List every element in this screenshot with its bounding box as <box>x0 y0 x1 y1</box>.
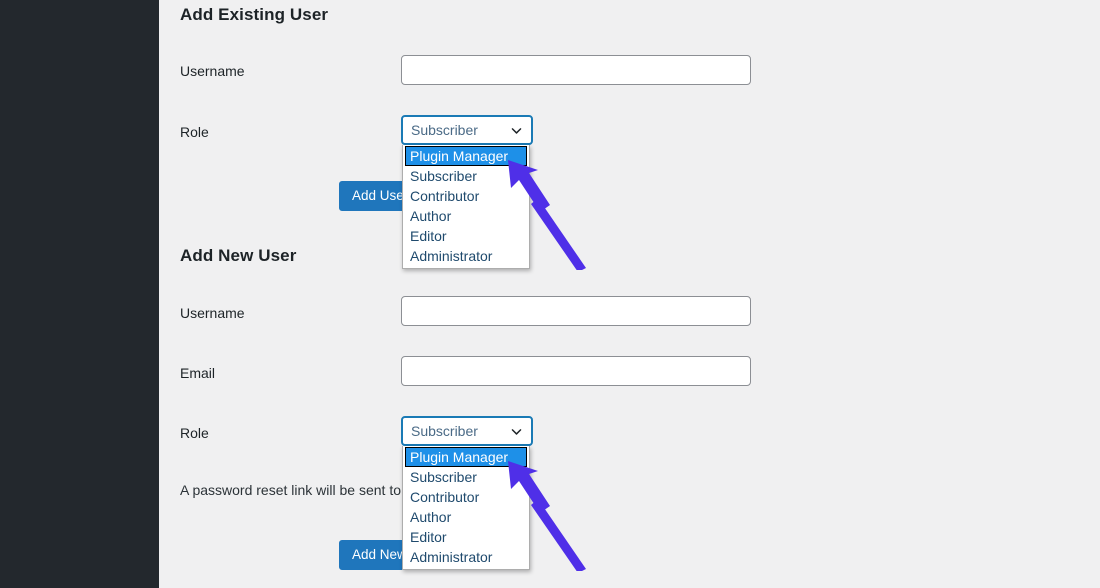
option-item[interactable]: Plugin Manager <box>405 146 527 166</box>
new-role-select[interactable]: Subscriber <box>401 416 533 446</box>
option-item[interactable]: Contributor <box>403 186 529 206</box>
option-item[interactable]: Subscriber <box>403 467 529 487</box>
chevron-down-icon <box>510 124 523 137</box>
new-username-label: Username <box>180 305 245 321</box>
option-item[interactable]: Contributor <box>403 487 529 507</box>
new-role-label: Role <box>180 425 209 441</box>
existing-role-select[interactable]: Subscriber <box>401 115 533 145</box>
existing-role-selected-value: Subscriber <box>411 122 510 138</box>
new-email-label: Email <box>180 365 215 381</box>
option-item[interactable]: Administrator <box>403 246 529 266</box>
existing-role-option-list[interactable]: Plugin Manager Subscriber Contributor Au… <box>402 145 530 269</box>
option-item[interactable]: Plugin Manager <box>405 447 527 467</box>
admin-sidebar <box>0 0 159 588</box>
option-item[interactable]: Author <box>403 507 529 527</box>
option-item[interactable]: Editor <box>403 226 529 246</box>
new-role-selected-value: Subscriber <box>411 423 510 439</box>
add-new-user-heading: Add New User <box>180 246 296 266</box>
option-item[interactable]: Subscriber <box>403 166 529 186</box>
app-screen: Add Existing User Username Role Subscrib… <box>0 0 1100 588</box>
add-existing-user-heading: Add Existing User <box>180 5 328 25</box>
existing-username-input[interactable] <box>401 55 751 85</box>
chevron-down-icon <box>510 425 523 438</box>
existing-username-label: Username <box>180 63 245 79</box>
new-role-select-wrapper: Subscriber Plugin Manager Subscriber Con… <box>401 416 533 446</box>
new-role-option-list[interactable]: Plugin Manager Subscriber Contributor Au… <box>402 446 530 570</box>
option-item[interactable]: Administrator <box>403 547 529 567</box>
password-reset-helper-text: A password reset link will be sent to <box>180 482 401 498</box>
existing-role-select-wrapper: Subscriber Plugin Manager Subscriber Con… <box>401 115 533 145</box>
new-email-input[interactable] <box>401 356 751 386</box>
existing-role-label: Role <box>180 124 209 140</box>
option-item[interactable]: Author <box>403 206 529 226</box>
option-item[interactable]: Editor <box>403 527 529 547</box>
new-username-input[interactable] <box>401 296 751 326</box>
main-content: Add Existing User Username Role Subscrib… <box>159 0 1100 588</box>
